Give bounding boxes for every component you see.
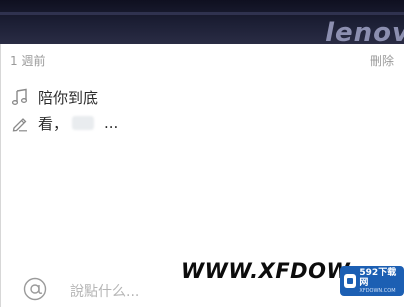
meta-row: 1 週前 刪除 (0, 52, 404, 72)
song-title: 陪你到底 (38, 88, 99, 107)
logo-text: 592下载网 (359, 268, 397, 288)
reply-input[interactable]: 說點什么... (70, 281, 139, 301)
pen-icon (12, 118, 27, 132)
post-time: 1 週前 (10, 54, 46, 68)
comment-prefix: 看， (38, 114, 69, 133)
song-row[interactable]: 陪你到底 (10, 86, 98, 108)
banner-brand-text: lenov (325, 18, 404, 44)
at-icon[interactable] (22, 276, 48, 302)
watermark-logo: 592下载网 XFDOWN.COM (340, 266, 404, 296)
comment-blurred-text (72, 116, 95, 130)
top-banner-image: lenov (0, 0, 404, 44)
watermark-text: WWW.XFDOW (181, 259, 351, 283)
banner-stripe (0, 12, 404, 15)
logo-icon (344, 274, 357, 288)
left-divider (0, 44, 1, 307)
comment-row: 看， ... (10, 112, 118, 134)
logo-subtext: XFDOWN.COM (359, 288, 396, 294)
comment-ellipsis: ... (104, 114, 119, 132)
music-note-icon (11, 88, 28, 105)
delete-link[interactable]: 刪除 (370, 52, 394, 69)
